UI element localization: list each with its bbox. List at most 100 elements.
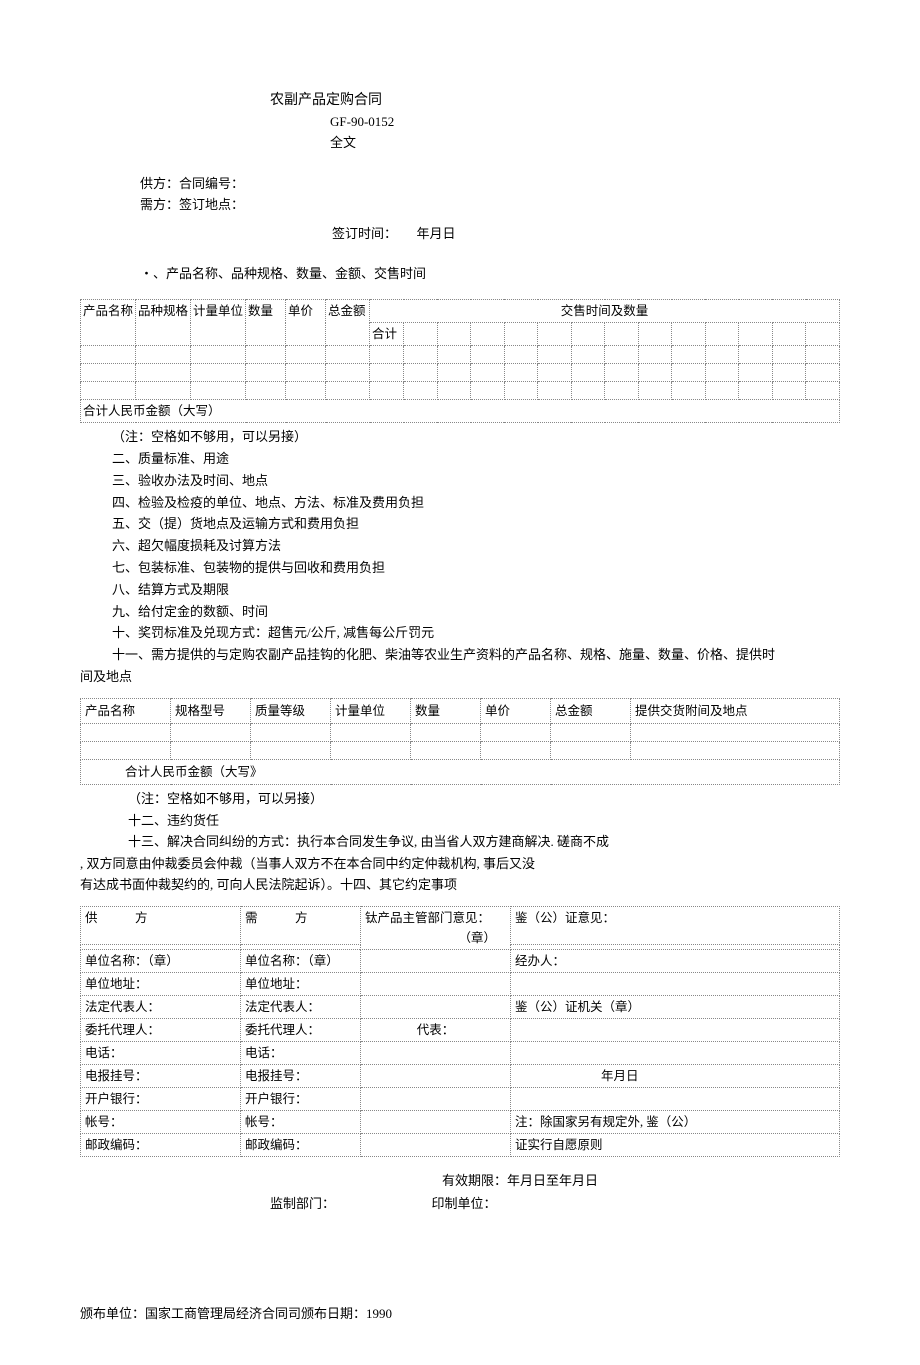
col-delivery: 交售时间及数量 xyxy=(370,300,840,323)
dem-unit-addr: 单位地址： xyxy=(241,972,361,995)
clause-11: 十一、需方提供的与定购农副产品挂钩的化肥、柴油等农业生产资料的产品名称、规格、施… xyxy=(112,645,840,666)
signature-table: 供 方 需 方 钛产品主管部门意见： （章） 鉴（公）证意见： 单位名称：（章）… xyxy=(80,906,840,1157)
sig-row: 单位地址： 单位地址： xyxy=(81,972,840,995)
dem-account: 帐号： xyxy=(241,1110,361,1133)
sup-bank: 开户银行： xyxy=(81,1087,241,1110)
cert-opinion-header: 鉴（公）证意见： xyxy=(511,906,840,944)
clause-13-cont1: , 双方同意由仲裁委员会仲裁（当事人双方不在本合同中约定仲裁机构, 事后又没 xyxy=(80,854,840,875)
clause-2: 二、质量标准、用途 xyxy=(112,449,840,470)
sig-row: 委托代理人： 委托代理人： 代表： xyxy=(81,1018,840,1041)
sup-postal: 邮政编码： xyxy=(81,1133,241,1156)
dem-unit-name: 单位名称：（章） xyxy=(241,949,361,972)
dem-postal: 邮政编码： xyxy=(241,1133,361,1156)
dem-agent: 委托代理人： xyxy=(241,1018,361,1041)
delivery-cell xyxy=(605,323,639,346)
table-total-row: 合计人民币金额（大写》 xyxy=(81,759,840,784)
clause-10: 十、奖罚标准及兑现方式：超售元/公斤, 减售每公斤罚元 xyxy=(112,623,840,644)
col-name: 产品名称 xyxy=(81,300,136,346)
cert-org: 鉴（公）证机关（章） xyxy=(511,995,840,1018)
clause-13-cont2: 有达成书面仲裁契约的, 可向人民法院起诉）。十四、其它约定事项 xyxy=(80,875,840,896)
dem-phone: 电话： xyxy=(241,1041,361,1064)
delivery-cell xyxy=(504,323,538,346)
col-grade: 质量等级 xyxy=(251,698,331,723)
table-row xyxy=(81,364,840,382)
sup-unit-name: 单位名称：（章） xyxy=(81,949,241,972)
col-price: 单价 xyxy=(286,300,326,346)
note-2: （注：空格如不够用，可以另接） xyxy=(128,789,840,810)
delivery-cell xyxy=(638,323,672,346)
sup-account: 帐号： xyxy=(81,1110,241,1133)
sig-header-row: 供 方 需 方 钛产品主管部门意见： （章） 鉴（公）证意见： xyxy=(81,906,840,944)
delivery-cell xyxy=(705,323,739,346)
col-delivery: 提供交货附间及地点 xyxy=(631,698,840,723)
delivery-cell xyxy=(437,323,471,346)
validity-line2: 监制部门： 印制单位： xyxy=(270,1194,840,1215)
sup-telegram: 电报挂号： xyxy=(81,1064,241,1087)
sig-row: 邮政编码： 邮政编码： 证实行自愿原则 xyxy=(81,1133,840,1156)
parties-block: 供方：合同编号： 需方：签订地点： xyxy=(140,174,840,216)
col-price: 单价 xyxy=(481,698,551,723)
col-qty: 数量 xyxy=(246,300,286,346)
col-qty: 数量 xyxy=(411,698,481,723)
table-total-row: 合计人民币金额（大写） xyxy=(81,400,840,423)
clause-3: 三、验收办法及时间、地点 xyxy=(112,471,840,492)
clause-9: 九、给付定金的数额、时间 xyxy=(112,602,840,623)
sup-legal-rep: 法定代表人： xyxy=(81,995,241,1018)
sup-unit-addr: 单位地址： xyxy=(81,972,241,995)
after-table2-block: （注：空格如不够用，可以另接） 十二、违约货任 十三、解决合同纠纷的方式：执行本… xyxy=(128,789,840,853)
delivery-cell xyxy=(538,323,572,346)
clause-12: 十二、违约货任 xyxy=(128,811,840,832)
cert-note1: 注：除国家另有规定外, 鉴（公） xyxy=(511,1110,840,1133)
col-spec: 品种规格 xyxy=(136,300,191,346)
sig-row: 电报挂号： 电报挂号： 年月日 xyxy=(81,1064,840,1087)
col-model: 规格型号 xyxy=(171,698,251,723)
doc-title: 农副产品定购合同 xyxy=(270,90,840,112)
table-total-label: 合计人民币金额（大写） xyxy=(81,400,840,423)
handler: 经办人： xyxy=(511,949,840,972)
col-subtotal: 合计 xyxy=(370,323,404,346)
sup-agent: 委托代理人： xyxy=(81,1018,241,1041)
note-1: （注：空格如不够用，可以另接） xyxy=(112,427,840,448)
product-table: 产品名称 品种规格 计量单位 数量 单价 总金额 交售时间及数量 合计 合计人民… xyxy=(80,299,840,423)
delivery-cell xyxy=(571,323,605,346)
sign-time: 签订时间： 年月日 xyxy=(332,224,840,245)
title-block: 农副产品定购合同 GF-90-0152 全文 xyxy=(270,90,840,154)
supplier-header: 供 方 xyxy=(81,906,241,944)
clause-13: 十三、解决合同纠纷的方式：执行本合同发生争议, 由当省人双方建商解决. 磋商不成 xyxy=(128,832,840,853)
table-header-row: 产品名称 规格型号 质量等级 计量单位 数量 单价 总金额 提供交货附间及地点 xyxy=(81,698,840,723)
col-total: 总金额 xyxy=(326,300,370,346)
table-header-row: 产品名称 品种规格 计量单位 数量 单价 总金额 交售时间及数量 xyxy=(81,300,840,323)
clause-11-cont: 间及地点 xyxy=(80,667,840,688)
dem-telegram: 电报挂号： xyxy=(241,1064,361,1087)
clause-8: 八、结算方式及期限 xyxy=(112,580,840,601)
sig-row: 法定代表人： 法定代表人： 鉴（公）证机关（章） xyxy=(81,995,840,1018)
col-total: 总金额 xyxy=(551,698,631,723)
clause-6: 六、超欠幅度损耗及讨算方法 xyxy=(112,536,840,557)
demander-header: 需 方 xyxy=(241,906,361,944)
delivery-cell xyxy=(806,323,840,346)
issuer-line: 颁布单位：国家工商管理局经济合同司颁布日期：1990 xyxy=(80,1304,840,1325)
col-unit: 计量单位 xyxy=(331,698,411,723)
sig-row: 帐号： 帐号： 注：除国家另有规定外, 鉴（公） xyxy=(81,1110,840,1133)
section-one-heading: ・、产品名称、品种规格、数量、金额、交售时间 xyxy=(140,264,840,285)
sig-row: 电话： 电话： xyxy=(81,1041,840,1064)
dem-bank: 开户银行： xyxy=(241,1087,361,1110)
clauses-block: （注：空格如不够用，可以另接） 二、质量标准、用途 三、验收办法及时间、地点 四… xyxy=(112,427,840,666)
table-total-label: 合计人民币金额（大写》 xyxy=(125,765,263,779)
dem-legal-rep: 法定代表人： xyxy=(241,995,361,1018)
delivery-cell xyxy=(404,323,438,346)
delivery-cell xyxy=(772,323,806,346)
delivery-cell xyxy=(672,323,706,346)
delivery-cell xyxy=(739,323,773,346)
clause-7: 七、包装标准、包装物的提供与回收和费用负担 xyxy=(112,558,840,579)
table-row xyxy=(81,382,840,400)
cert-date: 年月日 xyxy=(511,1064,840,1087)
supplier-line: 供方：合同编号： xyxy=(140,174,840,195)
material-table: 产品名称 规格型号 质量等级 计量单位 数量 单价 总金额 提供交货附间及地点 … xyxy=(80,698,840,785)
table-row xyxy=(81,723,840,741)
sig-row: 开户银行： 开户银行： xyxy=(81,1087,840,1110)
sig-row: 单位名称：（章） 单位名称：（章） 经办人： xyxy=(81,949,840,972)
validity-line1: 有效期限：年月日至年月日 xyxy=(200,1171,840,1192)
supervisor-dept: 监制部门： xyxy=(270,1196,335,1211)
demander-line: 需方：签订地点： xyxy=(140,195,840,216)
